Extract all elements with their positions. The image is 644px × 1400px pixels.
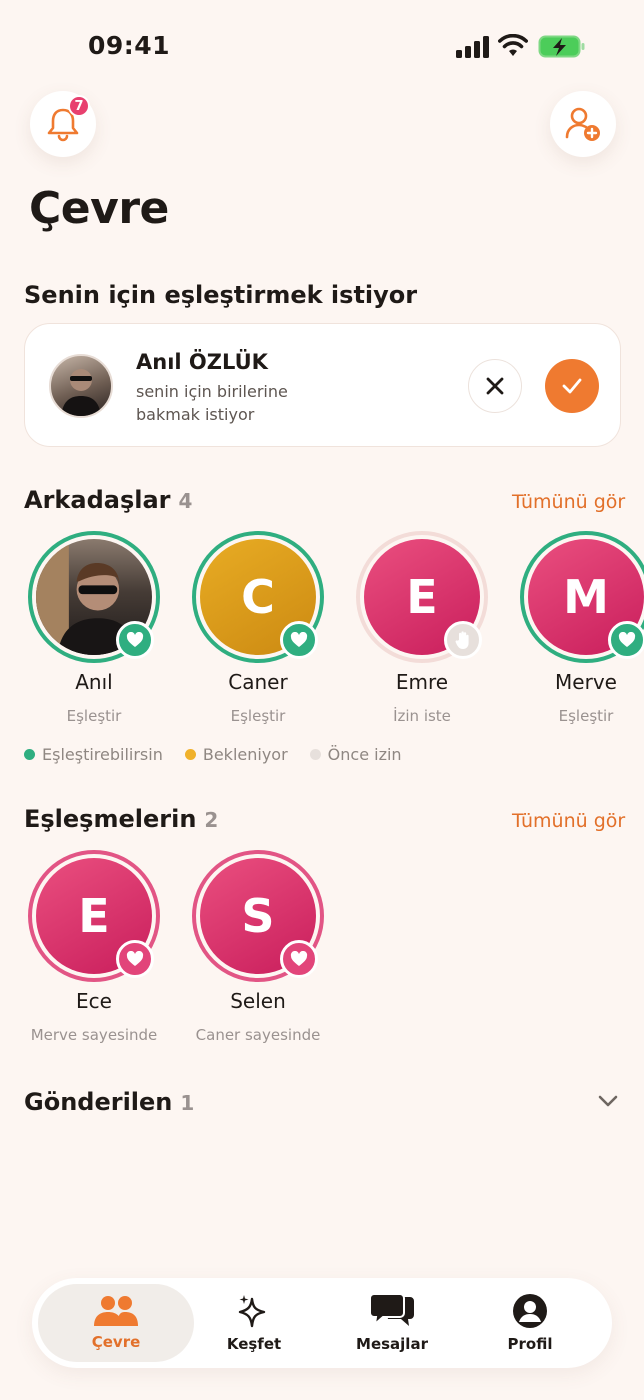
sent-count: 1 <box>180 1091 195 1115</box>
friends-title: Arkadaşlar <box>24 486 171 514</box>
legend-label: Bekleniyor <box>202 745 288 764</box>
legend-item: Eşleştirebilirsin <box>24 745 163 764</box>
matches-see-all-link[interactable]: Tümünü gör <box>512 810 625 832</box>
friend-card-merve[interactable]: M Merve Eşleştir <box>480 531 644 731</box>
matches-title: Eşleşmelerin <box>24 805 197 833</box>
sent-title: Gönderilen <box>24 1088 173 1116</box>
add-user-icon <box>565 107 600 141</box>
match-name: Selen <box>230 989 286 1013</box>
nav-label: Mesajlar <box>356 1335 428 1353</box>
nav-tab-mesajlar[interactable]: Mesajlar <box>314 1284 470 1362</box>
battery-icon <box>538 35 585 58</box>
friend-name: Caner <box>228 670 288 694</box>
nav-label: Çevre <box>91 1333 141 1351</box>
sparkle-icon <box>238 1295 266 1328</box>
heart-icon <box>126 632 144 647</box>
friend-name: Merve <box>555 670 617 694</box>
heart-icon <box>290 951 308 966</box>
check-icon <box>562 378 582 394</box>
decline-button[interactable] <box>468 359 522 413</box>
sent-section-toggle[interactable]: Gönderilen 1 <box>24 1088 194 1116</box>
heart-icon <box>290 632 308 647</box>
match-request-card: Anıl ÖZLÜK senin için birilerine bakmak … <box>24 323 621 447</box>
people-icon <box>94 1296 138 1326</box>
friends-section-title: Arkadaşlar 4 <box>24 486 192 514</box>
match-card-selen[interactable]: S Selen Caner sayesinde <box>176 850 340 1050</box>
match-name: Ece <box>76 989 112 1013</box>
friends-count: 4 <box>178 489 193 513</box>
legend-label: Eşleştirebilirsin <box>42 745 163 764</box>
matches-count: 2 <box>204 808 219 832</box>
friend-action[interactable]: Eşleştir <box>504 707 644 725</box>
request-description: senin için birilerine bakmak istiyor <box>136 382 288 424</box>
match-via: Merve sayesinde <box>30 1026 158 1044</box>
profile-icon <box>513 1294 547 1328</box>
matches-section-title: Eşleşmelerin 2 <box>24 805 218 833</box>
legend-item: Önce izin <box>309 745 402 764</box>
legend-item: Bekleniyor <box>184 745 288 764</box>
friend-action[interactable]: Eşleştir <box>12 707 176 725</box>
friend-card-caner[interactable]: C Caner Eşleştir <box>176 531 340 731</box>
friend-action[interactable]: Eşleştir <box>176 707 340 725</box>
chat-icon <box>369 1293 414 1327</box>
friends-see-all-link[interactable]: Tümünü gör <box>512 491 625 513</box>
requester-name: Anıl ÖZLÜK <box>136 350 268 374</box>
nav-label: Keşfet <box>226 1335 282 1353</box>
friend-card-anil[interactable]: Anıl Eşleştir <box>12 531 176 731</box>
notifications-button[interactable]: 7 <box>30 91 96 157</box>
nav-tab-kesfet[interactable]: Keşfet <box>176 1284 332 1362</box>
can-match-status <box>116 621 154 659</box>
status-time: 09:41 <box>88 31 171 60</box>
legend-dot <box>184 749 196 760</box>
legend-dot <box>309 749 321 760</box>
match-via: Caner sayesinde <box>195 1026 321 1044</box>
add-friend-button[interactable] <box>550 91 616 157</box>
match-status <box>116 940 154 978</box>
request-section-title: Senin için eşleştirmek istiyor <box>24 281 418 309</box>
accept-button[interactable] <box>545 359 599 413</box>
heart-icon <box>618 632 636 647</box>
legend-label: Önce izin <box>327 745 402 764</box>
heart-icon <box>126 951 144 966</box>
bottom-navigation: Çevre Keşfet Mesajlar Profil <box>32 1278 612 1368</box>
notification-badge: 7 <box>68 95 90 117</box>
signal-icon <box>456 36 489 58</box>
nav-tab-profil[interactable]: Profil <box>452 1284 608 1362</box>
hand-icon <box>455 631 469 649</box>
can-match-status <box>280 621 318 659</box>
wifi-icon <box>498 34 528 56</box>
avatar <box>49 354 113 418</box>
page-title: Çevre <box>29 183 169 234</box>
friend-status-legend: Eşleştirebilirsin Bekleniyor Önce izin <box>24 745 402 764</box>
permission-first-status <box>444 621 482 659</box>
match-card-ece[interactable]: E Ece Merve sayesinde <box>12 850 176 1050</box>
friend-name: Anıl <box>75 670 113 694</box>
match-status <box>280 940 318 978</box>
person-photo-icon <box>61 369 101 416</box>
nav-label: Profil <box>507 1335 553 1353</box>
legend-dot <box>24 749 35 760</box>
can-match-status <box>608 621 644 659</box>
chevron-down-icon[interactable] <box>597 1090 619 1112</box>
nav-tab-cevre[interactable]: Çevre <box>38 1284 194 1362</box>
status-bar: 09:41 <box>0 0 644 96</box>
close-icon <box>486 377 504 395</box>
